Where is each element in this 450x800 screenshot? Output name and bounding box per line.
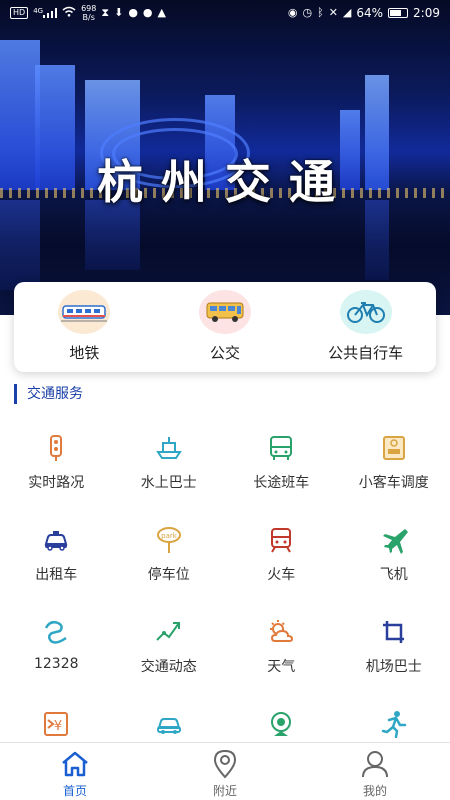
service-label: 飞机	[379, 567, 408, 583]
parking-sign-icon: park	[156, 527, 181, 553]
metro-train-icon	[58, 290, 111, 334]
airport-bus-icon	[382, 621, 404, 643]
transport-mode-card: 地铁 公交 公共自行车	[14, 282, 436, 372]
service-hotline-12328[interactable]: 12328	[0, 604, 113, 696]
battery-percent: 64%	[356, 6, 384, 20]
shortcut-label: 地铁	[69, 344, 100, 362]
service-label: 长途班车	[253, 475, 310, 491]
app-notification-icon: ●	[128, 6, 138, 19]
clock: 2:09	[413, 6, 440, 20]
service-weather[interactable]: 天气	[225, 604, 338, 696]
alarm-icon: ◷	[302, 6, 313, 19]
nav-label: 附近	[212, 784, 237, 798]
water-bus-icon	[155, 437, 182, 459]
wifi-icon	[62, 6, 76, 20]
location-pin-icon	[213, 749, 237, 779]
service-water-bus[interactable]: 水上巴士	[113, 420, 226, 512]
service-traffic-news[interactable]: 交通动态	[113, 604, 226, 696]
eye-icon: ◉	[287, 6, 298, 19]
service-train[interactable]: 火车	[225, 512, 338, 604]
download-icon: ⬇	[114, 6, 124, 19]
home-icon	[62, 751, 88, 777]
svg-text:¥: ¥	[54, 719, 62, 734]
service-passenger-car-dispatch[interactable]: 小客车调度	[338, 420, 450, 512]
shortcut-label: 公共自行车	[328, 344, 404, 362]
city-banner: 杭州交通	[0, 0, 450, 315]
banner-title: 杭州交通	[97, 155, 353, 209]
service-label: 小客车调度	[358, 475, 429, 491]
traffic-news-icon	[156, 622, 180, 641]
nav-home[interactable]: 首页	[0, 743, 150, 800]
shortcut-metro[interactable]: 地铁	[14, 282, 155, 372]
speed-unit: B/s	[82, 13, 95, 22]
silent-icon: ✕	[328, 6, 338, 19]
qq-icon: ▲	[157, 6, 166, 19]
service-parking[interactable]: park 停车位	[113, 512, 226, 604]
train-icon	[271, 528, 292, 553]
runner-icon	[381, 711, 406, 738]
nav-label: 我的	[362, 784, 387, 798]
service-grid: 实时路况 水上巴士 长途班车 小客车调度 出租车 park 停车位 火车 飞机 …	[0, 420, 450, 788]
water-reflection	[365, 200, 389, 280]
shortcut-label: 公交	[210, 344, 241, 362]
service-airport-bus[interactable]: 机场巴士	[338, 604, 450, 696]
shortcut-bus[interactable]: 公交	[155, 282, 296, 372]
hotline-icon	[45, 620, 67, 644]
bottom-nav: 首页 附近 我的	[0, 742, 450, 800]
signal-icon: 4G	[33, 5, 58, 21]
service-label: 机场巴士	[365, 659, 422, 675]
service-airplane[interactable]: 飞机	[338, 512, 450, 604]
weather-icon	[270, 620, 294, 642]
service-realtime-traffic[interactable]: 实时路况	[0, 420, 113, 512]
battery-icon	[388, 8, 409, 18]
service-label: 交通动态	[140, 659, 197, 675]
network-badge: HD	[10, 7, 29, 19]
toll-fee-icon: ¥	[44, 712, 69, 736]
water-reflection	[0, 200, 40, 290]
wechat-icon: ●	[142, 6, 153, 19]
nav-label: 首页	[62, 784, 87, 798]
service-label: 停车位	[147, 567, 190, 583]
service-long-distance-coach[interactable]: 长途班车	[225, 420, 338, 512]
service-label: 出租车	[35, 567, 78, 583]
cell-signal-icon: ◢	[342, 6, 352, 19]
nav-nearby[interactable]: 附近	[150, 743, 300, 800]
car-icon	[156, 718, 181, 734]
section-title: 交通服务	[14, 384, 83, 404]
hourglass-icon: ⧗	[101, 6, 110, 19]
bluetooth-icon: ᛒ	[317, 6, 324, 19]
speed-value: 698	[81, 4, 97, 13]
bus-icon	[199, 290, 251, 334]
taxi-icon	[44, 531, 68, 551]
pass-card-icon	[382, 436, 405, 460]
traffic-light-icon	[50, 435, 63, 461]
shortcut-public-bicycle[interactable]: 公共自行车	[295, 282, 436, 372]
network-speed: 698 B/s	[81, 4, 96, 22]
status-bar: HD 4G 698 B/s ⧗ ⬇ ● ● ▲ ◉ ◷ ᛒ ✕ ◢ 64% 2:…	[0, 0, 450, 26]
nav-mine[interactable]: 我的	[300, 743, 450, 800]
signal-label: 4G	[33, 7, 44, 16]
coach-bus-icon	[270, 436, 293, 460]
bicycle-icon	[339, 290, 392, 334]
airplane-icon	[382, 529, 408, 554]
camera-icon	[271, 712, 292, 736]
service-taxi[interactable]: 出租车	[0, 512, 113, 604]
user-icon	[362, 751, 388, 778]
service-label: 火车	[267, 567, 296, 583]
service-label: 水上巴士	[140, 475, 197, 491]
service-label: 实时路况	[28, 475, 85, 491]
svg-text:park: park	[161, 532, 178, 540]
service-label: 12328	[33, 656, 79, 672]
service-label: 天气	[267, 659, 296, 675]
